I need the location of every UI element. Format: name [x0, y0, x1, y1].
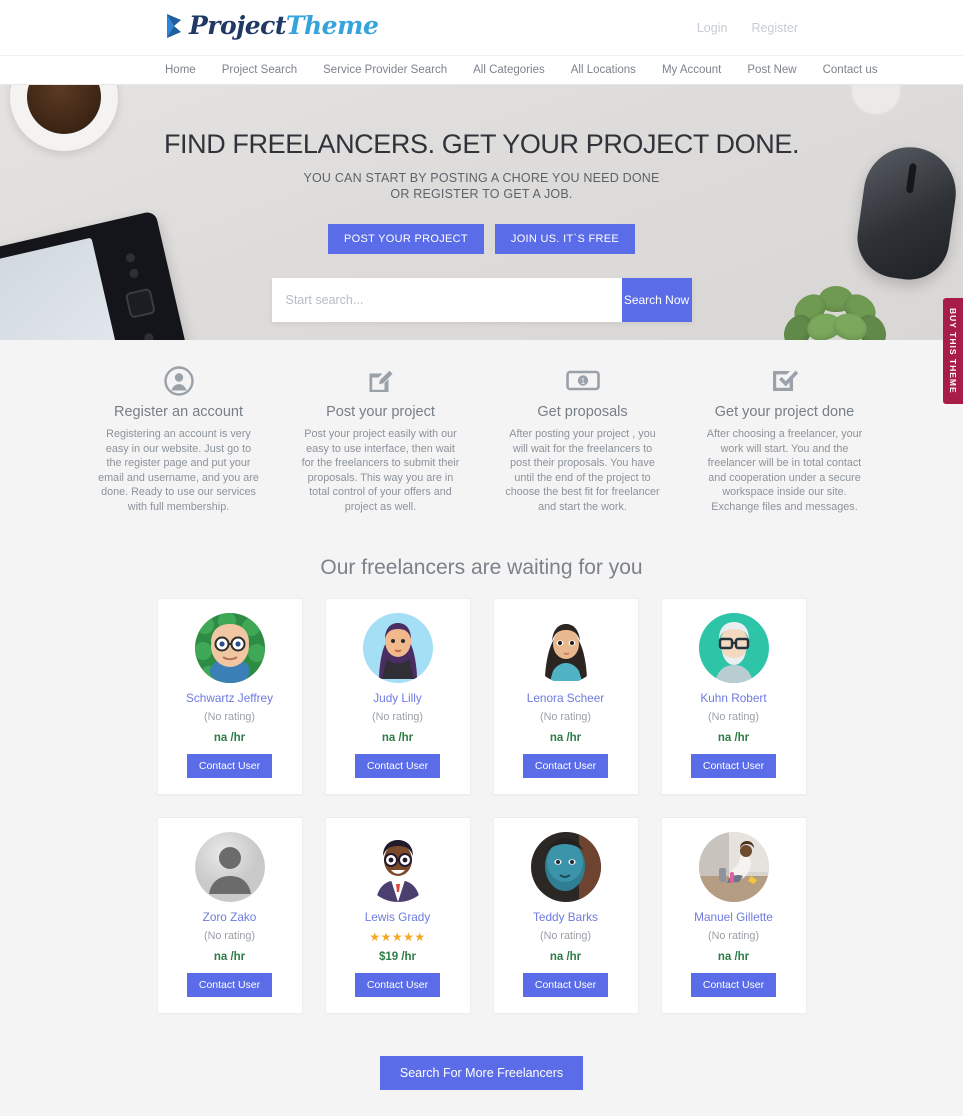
freelancer-rating: (No rating) — [707, 930, 759, 942]
contact-user-button[interactable]: Contact User — [354, 973, 441, 997]
hero-cta-group: POST YOUR PROJECT JOIN US. IT`S FREE — [0, 224, 963, 254]
freelancer-rate: na /hr — [381, 732, 414, 744]
freelancer-name[interactable]: Lenora Scheer — [502, 691, 630, 705]
nav-item-post-new[interactable]: Post New — [747, 64, 796, 76]
freelancer-rate: na /hr — [549, 732, 582, 744]
site-logo[interactable]: ProjectTheme — [165, 11, 379, 40]
main-navigation: Home Project Search Service Provider Sea… — [0, 56, 963, 85]
avatar — [194, 832, 265, 902]
contact-user-button[interactable]: Contact User — [354, 754, 441, 778]
freelancer-rate: na /hr — [549, 951, 582, 963]
feature-text: Post your project easily with our easy t… — [301, 428, 460, 513]
freelancer-rate: $19 /hr — [378, 951, 417, 963]
feature-text: Registering an account is very easy in o… — [98, 428, 259, 513]
feature-title: Register an account — [114, 404, 243, 420]
feature-title: Post your project — [326, 404, 435, 420]
freelancer-name[interactable]: Zoro Zako — [166, 910, 294, 924]
avatar — [362, 832, 433, 902]
freelancer-rate: na /hr — [213, 732, 246, 744]
buy-this-theme-tab[interactable]: BUY THIS THEME — [943, 298, 963, 404]
freelancer-card[interactable]: Lenora Scheer (No rating) na /hr Contact… — [492, 598, 639, 795]
nav-item-home[interactable]: Home — [165, 64, 196, 76]
user-circle-icon — [98, 364, 260, 398]
freelancer-card[interactable]: Manuel Gillette (No rating) na /hr Conta… — [660, 817, 807, 1014]
logo-text-secondary: Theme — [285, 11, 379, 40]
freelancer-name[interactable]: Lewis Grady — [334, 910, 462, 924]
auth-links: Login Register — [697, 21, 798, 35]
hero-subtitle-line-2: OR REGISTER TO GET A JOB. — [390, 187, 573, 201]
feature-title: Get your project done — [714, 404, 855, 420]
login-link[interactable]: Login — [697, 21, 728, 35]
freelancer-card[interactable]: Teddy Barks (No rating) na /hr Contact U… — [492, 817, 639, 1014]
feature-post-your-project: Post your project Post your project easi… — [300, 364, 462, 514]
freelancer-name[interactable]: Judy Lilly — [334, 691, 462, 705]
contact-user-button[interactable]: Contact User — [186, 754, 273, 778]
feature-register-an-account: Register an account Registering an accou… — [98, 364, 260, 514]
freelancer-card[interactable]: Zoro Zako (No rating) na /hr Contact Use… — [156, 817, 303, 1014]
edit-pencil-icon — [300, 364, 462, 398]
nav-item-project-search[interactable]: Project Search — [222, 64, 297, 76]
join-us-free-button[interactable]: JOIN US. IT`S FREE — [494, 224, 635, 254]
avatar — [698, 832, 769, 902]
feature-title: Get proposals — [537, 404, 628, 420]
nav-item-contact-us[interactable]: Contact us — [823, 64, 878, 76]
avatar — [530, 613, 601, 683]
avatar — [698, 613, 769, 683]
freelancer-rating: (No rating) — [371, 711, 423, 723]
freelancer-rate: na /hr — [717, 732, 750, 744]
freelancer-name[interactable]: Manuel Gillette — [670, 910, 798, 924]
nav-item-all-locations[interactable]: All Locations — [571, 64, 636, 76]
nav-item-service-provider-search[interactable]: Service Provider Search — [323, 64, 447, 76]
hero-subtitle-line-1: YOU CAN START BY POSTING A CHORE YOU NEE… — [303, 171, 660, 185]
svg-text:1: 1 — [580, 377, 585, 386]
avatar — [194, 613, 265, 683]
more-freelancers-wrapper: Search For More Freelancers — [0, 1034, 963, 1116]
feature-get-your-project-done: Get your project done After choosing a f… — [704, 364, 866, 514]
contact-user-button[interactable]: Contact User — [690, 973, 777, 997]
freelancer-name[interactable]: Kuhn Robert — [670, 691, 798, 705]
freelancer-rate: na /hr — [213, 951, 246, 963]
freelancer-rate: na /hr — [717, 951, 750, 963]
freelancer-rating: (No rating) — [707, 711, 759, 723]
banknote-icon: 1 — [502, 364, 664, 398]
nav-item-all-categories[interactable]: All Categories — [473, 64, 545, 76]
freelancer-name[interactable]: Teddy Barks — [502, 910, 630, 924]
feature-text: After posting your project , you will wa… — [505, 428, 660, 513]
top-header-bar: ProjectTheme Login Register — [0, 0, 963, 56]
freelancer-card[interactable]: Kuhn Robert (No rating) na /hr Contact U… — [660, 598, 807, 795]
hero-search-bar: Search Now — [271, 278, 692, 322]
freelancer-name[interactable]: Schwartz Jeffrey — [166, 691, 294, 705]
freelancer-rating: (No rating) — [539, 930, 591, 942]
freelancer-rating-stars: ★★★★★ — [369, 930, 426, 944]
freelancers-grid-wrapper: Schwartz Jeffrey (No rating) na /hr Cont… — [0, 598, 963, 1034]
freelancer-rating: (No rating) — [539, 711, 591, 723]
register-link[interactable]: Register — [751, 21, 798, 35]
feature-text: After choosing a freelancer, your work w… — [706, 428, 863, 513]
flag-icon — [165, 12, 185, 40]
check-box-icon — [704, 364, 866, 398]
avatar — [362, 613, 433, 683]
search-for-more-freelancers-button[interactable]: Search For More Freelancers — [379, 1056, 584, 1090]
features-section: Register an account Registering an accou… — [0, 340, 963, 534]
contact-user-button[interactable]: Contact User — [522, 754, 609, 778]
search-input[interactable] — [271, 278, 622, 322]
nav-item-my-account[interactable]: My Account — [662, 64, 721, 76]
hero-title: FIND FREELANCERS. GET YOUR PROJECT DONE. — [163, 129, 800, 159]
post-your-project-button[interactable]: POST YOUR PROJECT — [328, 224, 484, 254]
freelancers-section-heading: Our freelancers are waiting for you — [0, 534, 963, 598]
freelancer-card[interactable]: Lewis Grady ★★★★★ $19 /hr Contact User — [324, 817, 471, 1014]
avatar — [530, 832, 601, 902]
contact-user-button[interactable]: Contact User — [522, 973, 609, 997]
freelancer-rating: (No rating) — [203, 711, 255, 723]
search-now-button[interactable]: Search Now — [621, 278, 692, 322]
freelancer-rating: (No rating) — [203, 930, 255, 942]
freelancer-card[interactable]: Judy Lilly (No rating) na /hr Contact Us… — [324, 598, 471, 795]
contact-user-button[interactable]: Contact User — [690, 754, 777, 778]
freelancer-card[interactable]: Schwartz Jeffrey (No rating) na /hr Cont… — [156, 598, 303, 795]
feature-get-proposals: 1 Get proposals After posting your proje… — [502, 364, 664, 514]
logo-text-primary: Project — [189, 11, 286, 40]
freelancers-grid: Schwartz Jeffrey (No rating) na /hr Cont… — [156, 598, 807, 1014]
hero-banner: FIND FREELANCERS. GET YOUR PROJECT DONE.… — [0, 85, 963, 340]
contact-user-button[interactable]: Contact User — [186, 973, 273, 997]
